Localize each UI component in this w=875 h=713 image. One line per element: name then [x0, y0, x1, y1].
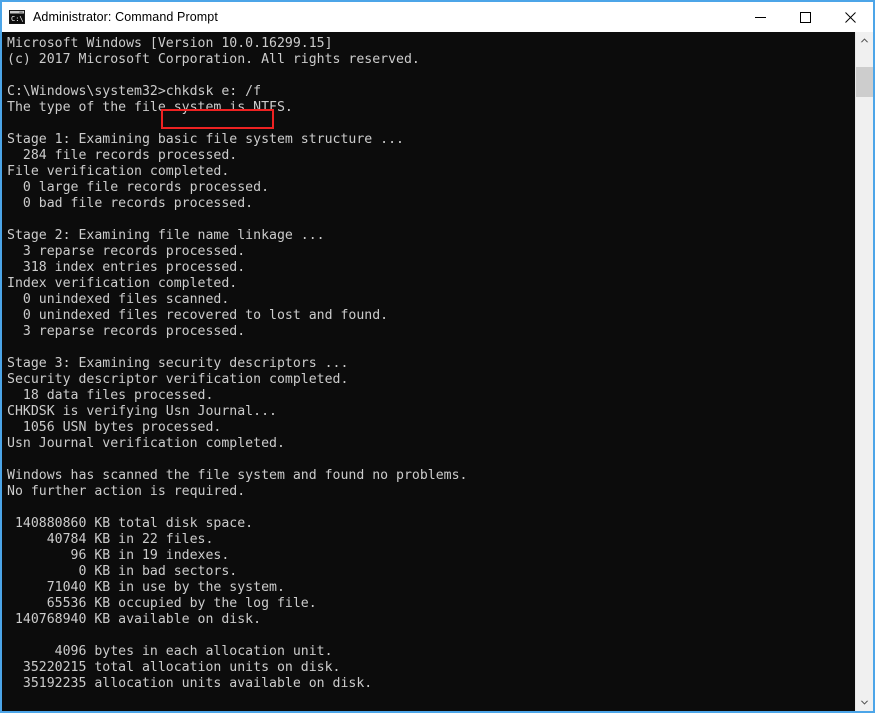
scroll-up-button[interactable]: [856, 32, 873, 49]
svg-text:C:\: C:\: [11, 15, 24, 23]
close-button[interactable]: [828, 2, 873, 32]
maximize-button[interactable]: [783, 2, 828, 32]
console-output[interactable]: Microsoft Windows [Version 10.0.16299.15…: [2, 32, 855, 711]
scroll-down-button[interactable]: [856, 694, 873, 711]
maximize-icon: [800, 11, 811, 23]
console-scrollbar[interactable]: [855, 32, 873, 711]
window-title: Administrator: Command Prompt: [33, 10, 218, 24]
title-bar[interactable]: C:\ Administrator: Command Prompt: [2, 2, 873, 32]
scrollbar-track[interactable]: [856, 49, 873, 694]
minimize-button[interactable]: [738, 2, 783, 32]
command-prompt-window: C:\ Administrator: Command Prompt Micros…: [0, 0, 875, 713]
minimize-icon: [755, 16, 766, 18]
command-prompt-icon: C:\: [9, 9, 25, 25]
close-icon: [845, 11, 856, 23]
chevron-up-icon: [860, 38, 869, 43]
console-area: Microsoft Windows [Version 10.0.16299.15…: [2, 32, 873, 711]
chevron-down-icon: [860, 700, 869, 705]
window-controls: [738, 2, 873, 32]
scrollbar-thumb[interactable]: [856, 67, 873, 97]
